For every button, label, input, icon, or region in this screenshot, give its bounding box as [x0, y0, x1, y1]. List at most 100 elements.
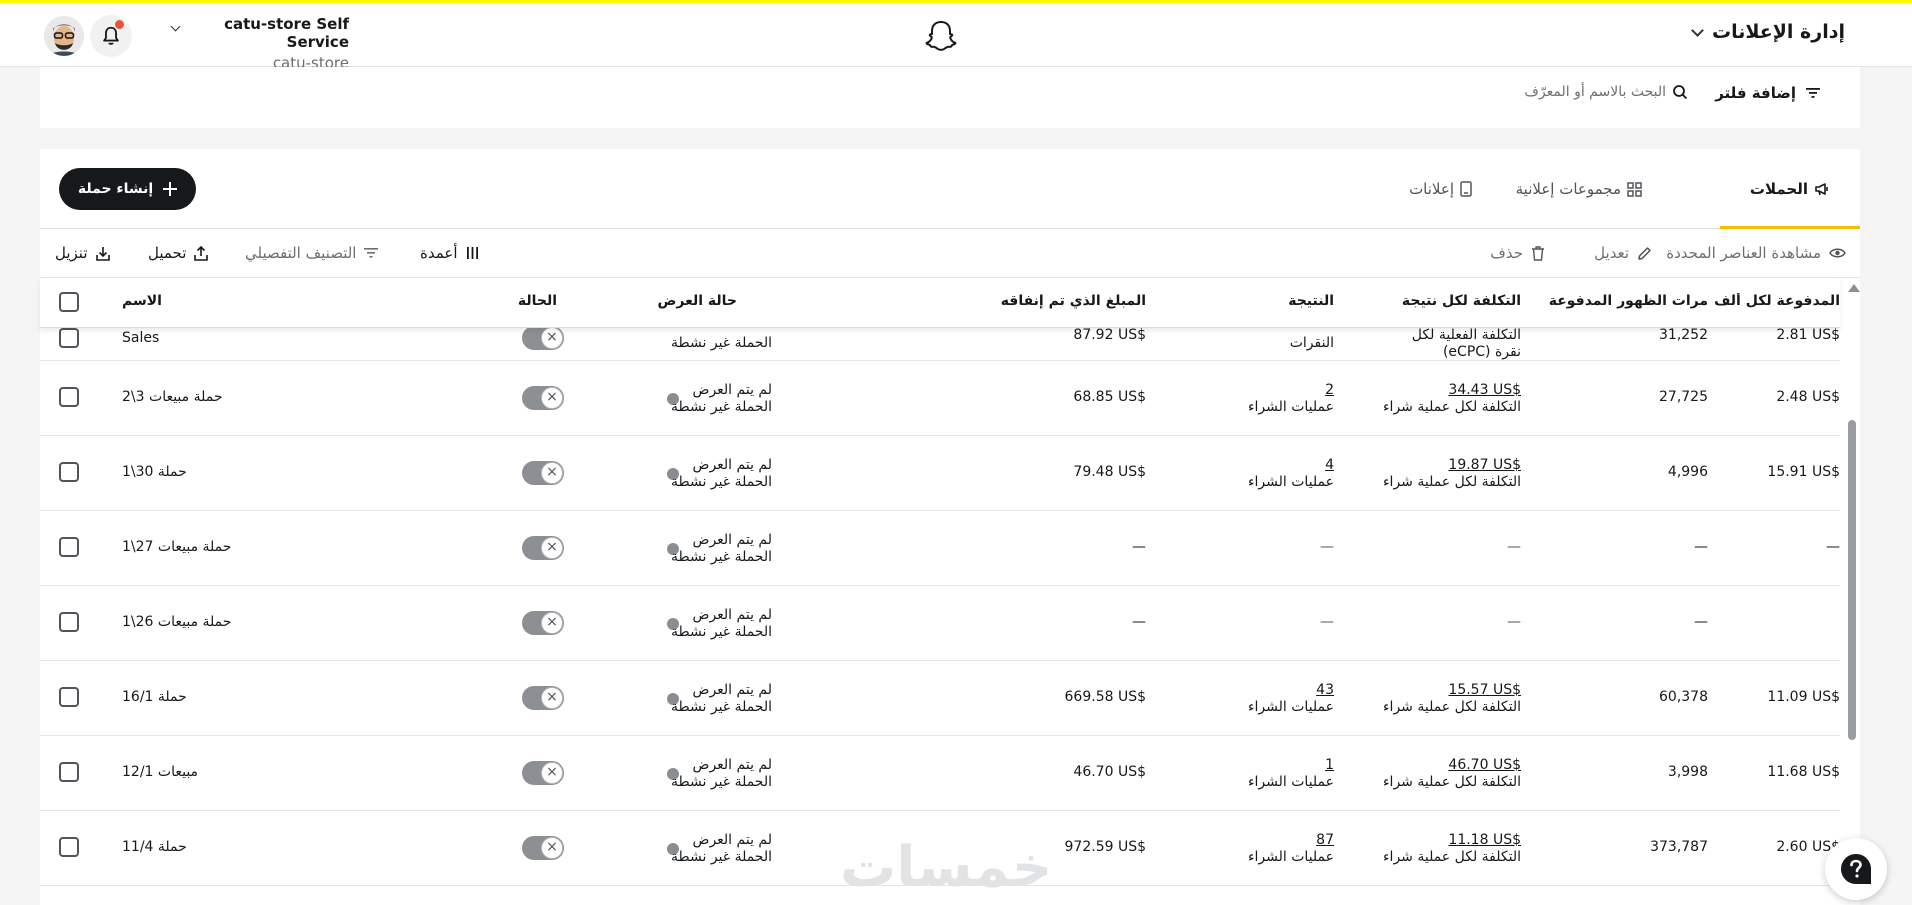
campaign-name[interactable]: حملة 11/4 [122, 839, 187, 855]
ecpm-value: 11.68 US$ [1767, 764, 1840, 780]
column-header-delivery[interactable]: حالة العرض [658, 293, 737, 309]
row-checkbox[interactable] [59, 462, 79, 482]
campaign-name[interactable]: حملة مبيعات 26\1 [122, 614, 231, 630]
campaign-name[interactable]: حملة 16/1 [122, 689, 187, 705]
add-filter-button[interactable]: إضافة فلتر [1715, 84, 1820, 102]
column-header-paid-impressions[interactable]: مرات الظهور المدفوعة [1549, 293, 1708, 309]
columns-button[interactable]: أعمدة [420, 243, 479, 263]
result-value[interactable]: — [1320, 614, 1334, 630]
upload-button[interactable]: تحميل [148, 243, 209, 263]
columns-label: أعمدة [420, 244, 458, 262]
result-value[interactable]: 2 [1325, 382, 1334, 398]
result-value[interactable]: — [1320, 539, 1334, 555]
ecpm-value: 2.81 US$ [1776, 328, 1840, 343]
result: — [1320, 614, 1334, 631]
table-row[interactable]: Sales × الحملة غير نشطة 87.92 US$ النقرا… [40, 328, 1840, 361]
table-row[interactable]: حملة مبيعات 3\2 × لم يتم العرض الحملة غي… [40, 361, 1840, 436]
result-value[interactable]: 4 [1325, 457, 1334, 473]
view-selected-button[interactable]: مشاهدة العناصر المحددة [1666, 243, 1846, 263]
tab-ads[interactable]: إعلانات [1409, 177, 1472, 201]
status-toggle[interactable]: × [522, 386, 564, 410]
row-checkbox[interactable] [59, 687, 79, 707]
delete-button[interactable]: حذف [1490, 243, 1545, 263]
cost-value[interactable]: — [1507, 614, 1521, 630]
row-checkbox[interactable] [59, 762, 79, 782]
column-header-result[interactable]: النتيجة [1288, 293, 1334, 309]
row-checkbox[interactable] [59, 612, 79, 632]
result-type: عمليات الشراء [1247, 399, 1334, 415]
column-header-name[interactable]: الاسم [122, 293, 162, 309]
help-button[interactable] [1825, 838, 1887, 900]
status-toggle[interactable]: × [522, 761, 564, 785]
row-checkbox[interactable] [59, 328, 79, 348]
column-header-ecpm[interactable]: المدفوعة لكل ألف ظهور [1709, 293, 1840, 309]
campaigns-card: الحملات مجموعات إعلانية إعلانات إنشاء حم… [40, 149, 1860, 905]
result-value[interactable]: 1 [1325, 757, 1334, 773]
scroll-up-arrow-icon[interactable] [1848, 284, 1860, 292]
table-body: Sales × الحملة غير نشطة 87.92 US$ النقرا… [40, 328, 1840, 905]
download-button[interactable]: تنزيل [55, 243, 110, 263]
status-toggle[interactable]: × [522, 836, 564, 860]
notifications-button[interactable] [90, 15, 132, 57]
table-toolbar: مشاهدة العناصر المحددة تعديل حذف أعمدة ا… [40, 229, 1860, 278]
cost-value[interactable]: 11.18 US$ [1448, 832, 1521, 848]
tab-campaigns[interactable]: الحملات [1750, 177, 1830, 201]
campaign-name[interactable]: مبيعات 12/1 [122, 764, 198, 780]
search-input[interactable]: البحث بالاسم أو المعرّف [1524, 84, 1688, 100]
delivery-status-line2: الحملة غير نشطة [671, 774, 772, 790]
cost-value[interactable]: 46.70 US$ [1448, 757, 1521, 773]
campaign-name[interactable]: حملة مبيعات 27\1 [122, 539, 231, 555]
tab-ad-sets[interactable]: مجموعات إعلانية [1516, 177, 1642, 201]
column-header-status[interactable]: الحالة [518, 293, 557, 309]
status-toggle[interactable]: × [522, 328, 564, 350]
result-type: عمليات الشراء [1247, 474, 1334, 490]
cost-value[interactable]: — [1507, 539, 1521, 555]
vertical-scrollbar[interactable] [1848, 420, 1856, 740]
cost-value[interactable]: 19.87 US$ [1448, 457, 1521, 473]
table-row[interactable]: حملة مبيعات 27\1 × لم يتم العرض الحملة غ… [40, 511, 1840, 586]
delivery-status-line2: الحملة غير نشطة [671, 699, 772, 715]
row-checkbox[interactable] [59, 537, 79, 557]
cost-type: التكلفة لكل عملية شراء [1382, 399, 1521, 415]
cost-value[interactable]: 15.57 US$ [1448, 682, 1521, 698]
cost-value[interactable]: 34.43 US$ [1448, 382, 1521, 398]
campaign-name[interactable]: Sales [122, 330, 159, 346]
spend-value: 79.48 US$ [1073, 464, 1146, 480]
edit-button[interactable]: تعديل [1594, 243, 1652, 263]
delivery-status-line2: الحملة غير نشطة [671, 849, 772, 865]
result-value[interactable]: 87 [1316, 832, 1334, 848]
chevron-down-icon [1691, 23, 1704, 37]
spend-value: — [1132, 539, 1146, 555]
table-row[interactable]: حملة 16/1 × لم يتم العرض الحملة غير نشطة… [40, 661, 1840, 736]
snapchat-ghost-icon[interactable] [924, 19, 958, 53]
create-campaign-button[interactable]: إنشاء حملة [59, 168, 196, 210]
app-menu[interactable]: إدارة الإعلانات [1691, 21, 1845, 43]
result-value[interactable]: 43 [1316, 682, 1334, 698]
phone-icon [1460, 181, 1472, 197]
select-all-checkbox[interactable] [59, 292, 79, 312]
status-toggle[interactable]: × [522, 536, 564, 560]
breakdown-button[interactable]: التصنيف التفصيلي [245, 243, 379, 263]
table-row[interactable]: حملة مبيعات 26\1 × لم يتم العرض الحملة غ… [40, 586, 1840, 661]
campaign-name[interactable]: حملة 30\1 [122, 464, 187, 480]
breakdown-label: التصنيف التفصيلي [245, 244, 357, 262]
delivery-status-line1: لم يتم العرض [692, 682, 772, 698]
result-type: عمليات الشراء [1247, 774, 1334, 790]
status-toggle[interactable]: × [522, 611, 564, 635]
user-avatar[interactable] [44, 16, 84, 56]
column-header-spend[interactable]: المبلغ الذي تم إنفاقه [1001, 293, 1146, 309]
paid-impressions: 373,787 [1650, 839, 1708, 855]
cost-type-suffix: (eCPC) نقرة [1442, 344, 1521, 360]
status-toggle[interactable]: × [522, 686, 564, 710]
row-checkbox[interactable] [59, 837, 79, 857]
row-checkbox[interactable] [59, 387, 79, 407]
add-filter-label: إضافة فلتر [1715, 84, 1796, 102]
column-header-cost-per-result[interactable]: التكلفة لكل نتيجة [1402, 293, 1521, 309]
app-title: إدارة الإعلانات [1712, 21, 1845, 43]
account-switcher[interactable]: catu-store Self Service catu-store [168, 15, 349, 72]
table-row[interactable]: مبيعات 12/1 × لم يتم العرض الحملة غير نش… [40, 736, 1840, 811]
status-toggle[interactable]: × [522, 461, 564, 485]
campaign-name[interactable]: حملة مبيعات 3\2 [122, 389, 223, 405]
table-row[interactable]: حملة 30\1 × لم يتم العرض الحملة غير نشطة… [40, 436, 1840, 511]
paid-impressions: 3,998 [1667, 764, 1708, 780]
